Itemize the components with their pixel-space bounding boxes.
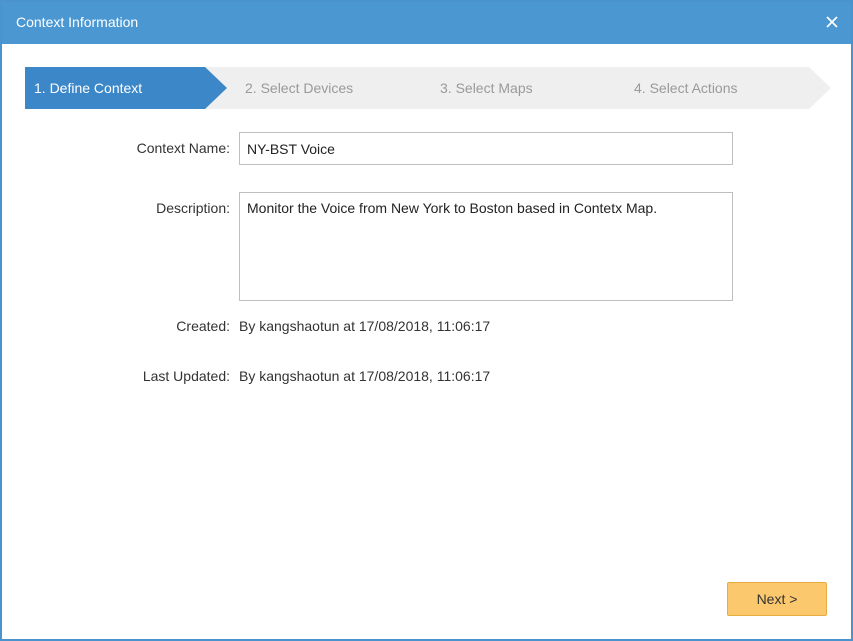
wizard-step-define-context[interactable]: 1. Define Context [25,67,228,109]
close-icon [826,16,838,28]
context-name-input[interactable] [239,132,733,165]
wizard-step-select-devices[interactable]: 2. Select Devices [205,67,424,109]
created-value: By kangshaotun at 17/08/2018, 11:06:17 [239,318,491,334]
description-textarea[interactable]: Monitor the Voice from New York to Bosto… [239,192,733,301]
wizard-step-select-maps[interactable]: 3. Select Maps [400,67,619,109]
close-button[interactable] [821,11,843,33]
wizard-step-label: 1. Define Context [34,80,143,96]
dialog-titlebar: Context Information [2,2,851,44]
context-name-label: Context Name: [136,140,230,156]
next-button[interactable]: Next > [727,582,827,616]
last-updated-label: Last Updated: [142,368,230,384]
created-label: Created: [176,318,230,334]
context-information-dialog: Context Information 1. Define Context 2.… [0,0,853,641]
wizard-step-select-actions[interactable]: 4. Select Actions [594,67,831,109]
last-updated-value: By kangshaotun at 17/08/2018, 11:06:17 [239,368,491,384]
wizard-steps: 1. Define Context 2. Select Devices 3. S… [25,67,831,109]
description-label: Description: [156,200,230,216]
wizard-step-label: 2. Select Devices [245,80,354,96]
dialog-title: Context Information [16,14,139,30]
